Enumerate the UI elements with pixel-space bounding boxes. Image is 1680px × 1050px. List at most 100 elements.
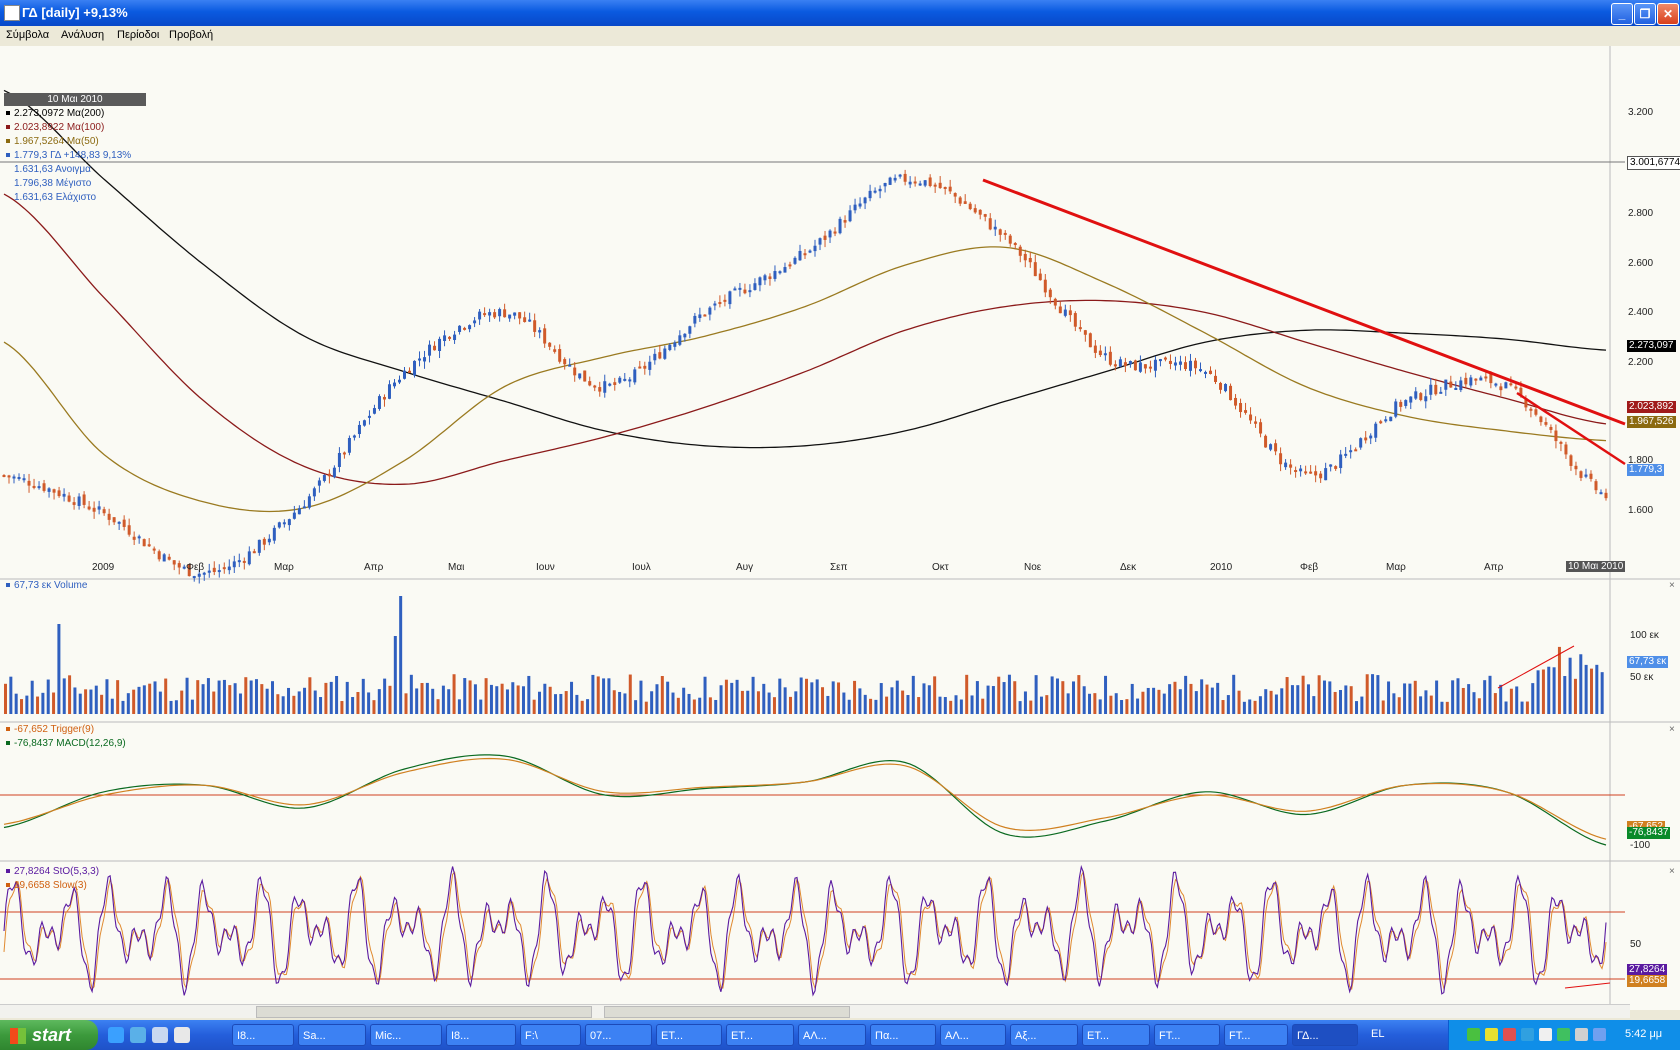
candle-body [1048, 289, 1052, 298]
media-icon[interactable] [152, 1027, 168, 1043]
candle-body [1589, 473, 1593, 479]
volume-bar [1285, 677, 1289, 714]
candle-body [147, 544, 151, 547]
scroll-thumb[interactable] [604, 1006, 850, 1018]
close-macd-icon[interactable]: × [1669, 724, 1675, 735]
network-icon[interactable] [1467, 1028, 1480, 1041]
candle-body [242, 560, 246, 563]
volume-bar [1595, 664, 1599, 714]
legend-low: 1.631,63 Ελάχιστο [14, 192, 97, 203]
taskbar-button[interactable]: Mic... [370, 1024, 442, 1046]
volume-bar [1600, 672, 1604, 714]
taskbar-button[interactable]: FT... [1154, 1024, 1220, 1046]
update-icon[interactable] [1521, 1028, 1534, 1041]
volume-bar [1419, 696, 1423, 714]
candle-body [668, 344, 672, 350]
volume-bar [922, 683, 926, 714]
taskbar-button[interactable]: 07... [585, 1024, 652, 1046]
taskbar-button[interactable]: ΑΛ... [798, 1024, 866, 1046]
candle-body [403, 370, 406, 379]
candle-body [568, 364, 572, 367]
volume-bar [1424, 690, 1428, 714]
security-icon[interactable] [1485, 1028, 1498, 1041]
close-button[interactable]: ✕ [1657, 3, 1679, 25]
taskbar-button[interactable]: ΓΔ... [1292, 1024, 1358, 1046]
candle-body [1128, 361, 1132, 365]
antivirus-icon[interactable] [1503, 1028, 1516, 1041]
menu-view[interactable]: Προβολή [169, 29, 213, 41]
taskbar-button[interactable]: I8... [446, 1024, 516, 1046]
volume-bar [319, 697, 323, 714]
candle-body [357, 424, 361, 435]
taskbar-button[interactable]: ET... [656, 1024, 722, 1046]
volume-bar [1392, 693, 1396, 714]
tray-app-icon[interactable] [1557, 1028, 1570, 1041]
tray-app-icon[interactable] [1593, 1028, 1606, 1041]
candle-body [1319, 473, 1323, 479]
taskbar-button[interactable]: ET... [726, 1024, 794, 1046]
candle-body [102, 509, 106, 514]
candle-body [988, 218, 992, 230]
candle-body [453, 334, 457, 341]
stoch-trend-line[interactable] [1564, 982, 1611, 989]
time-tick: Απρ [364, 562, 384, 573]
volume-bar [180, 690, 184, 714]
candle-body [1068, 310, 1072, 316]
volume-icon[interactable] [1539, 1028, 1552, 1041]
candle-body [713, 303, 717, 306]
candle-body [588, 381, 592, 386]
horizontal-scrollbar[interactable] [0, 1004, 1630, 1018]
candle-body [1399, 401, 1403, 407]
volume-trend-line[interactable] [1497, 645, 1575, 689]
volume-bar [1125, 699, 1129, 714]
restore-button[interactable]: ❐ [1634, 3, 1656, 25]
candle-body [523, 317, 527, 322]
volume-bar [1461, 687, 1465, 714]
scroll-thumb[interactable] [256, 1006, 592, 1018]
close-volume-icon[interactable]: × [1669, 580, 1675, 591]
candle-body [1013, 243, 1017, 246]
price-tag-ma100: 2.023,892 [1627, 401, 1676, 413]
candle-body [913, 181, 917, 184]
start-button[interactable]: start [0, 1020, 98, 1050]
candle-body [77, 496, 81, 506]
time-tick: Μαρ [274, 562, 294, 573]
taskbar-button[interactable]: ET... [1082, 1024, 1150, 1046]
candle-body [1539, 416, 1543, 423]
volume-bar [1173, 681, 1177, 714]
menu-analysis[interactable]: Ανάλυση [61, 29, 104, 41]
taskbar-button[interactable]: Sa... [298, 1024, 366, 1046]
volume-bar [1168, 684, 1172, 714]
candle-body [973, 208, 977, 213]
taskbar-button[interactable]: F:\ [520, 1024, 581, 1046]
taskbar-button[interactable]: Αξ... [1010, 1024, 1078, 1046]
candle-body [1108, 351, 1112, 365]
time-tick: Οκτ [932, 562, 949, 573]
taskbar-button[interactable]: ΑΛ... [940, 1024, 1006, 1046]
legend-high: 1.796,38 Μέγιστο [14, 178, 92, 189]
close-stoch-icon[interactable]: × [1669, 866, 1675, 877]
menu-periods[interactable]: Περίοδοι [117, 29, 159, 41]
taskbar-button[interactable]: FT... [1224, 1024, 1288, 1046]
legend-text: 67,73 εκ Volume [14, 580, 88, 591]
language-indicator[interactable]: EL [1371, 1028, 1384, 1040]
taskbar-button[interactable]: Πα... [870, 1024, 936, 1046]
candle-body [793, 257, 797, 264]
minimize-button[interactable]: _ [1611, 3, 1633, 25]
candle-body [1514, 386, 1518, 389]
volume-bar [345, 681, 349, 714]
volume-bar [30, 680, 34, 714]
tray-app-icon[interactable] [1575, 1028, 1588, 1041]
volume-bar [954, 695, 958, 714]
candle-body [22, 478, 26, 481]
candle-body [1459, 380, 1463, 391]
ie-icon[interactable] [108, 1027, 124, 1043]
menu-symbols[interactable]: Σύμβολα [6, 29, 49, 41]
volume-bar [1205, 684, 1209, 714]
candle-body [282, 522, 286, 525]
taskbar-button[interactable]: I8... [232, 1024, 294, 1046]
desktop-icon[interactable] [174, 1027, 190, 1043]
browser-icon[interactable] [130, 1027, 146, 1043]
candle-body [688, 326, 692, 334]
candle-body [307, 496, 311, 508]
